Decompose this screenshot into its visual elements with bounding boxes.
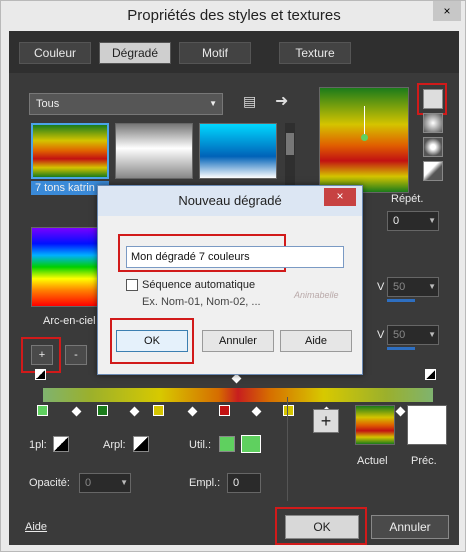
library-icon[interactable]: ▤ bbox=[243, 93, 256, 110]
v-label: V bbox=[377, 329, 385, 341]
location-label: Empl.: bbox=[189, 477, 221, 489]
spin-arrow-icon: ▼ bbox=[120, 478, 128, 487]
divider bbox=[287, 397, 288, 501]
gradient-tile-blue[interactable] bbox=[199, 123, 277, 179]
remove-gradient-button[interactable]: - bbox=[65, 345, 87, 365]
sunburst-style-icon[interactable] bbox=[423, 137, 443, 157]
dialog-cancel-button[interactable]: Annuler bbox=[202, 330, 274, 352]
auto-sequence-checkbox[interactable] bbox=[126, 279, 138, 291]
gradient-tile-7-tons[interactable] bbox=[31, 123, 109, 179]
category-selected: Tous bbox=[36, 98, 60, 110]
opacity-value: 0 bbox=[85, 477, 92, 489]
dialog-title: Nouveau dégradé bbox=[98, 186, 362, 216]
value1: 50 bbox=[393, 281, 406, 293]
previous-gradient-swatch[interactable] bbox=[407, 405, 447, 445]
stop-marker-right[interactable] bbox=[425, 369, 436, 380]
window-title: Propriétés des styles et textures bbox=[127, 7, 341, 24]
spin-arrow-icon: ▼ bbox=[428, 330, 436, 339]
color-midpoint[interactable] bbox=[395, 406, 406, 417]
tab-motif[interactable]: Motif bbox=[179, 42, 251, 64]
help-link[interactable]: Aide bbox=[25, 521, 47, 533]
color-stop[interactable] bbox=[153, 405, 164, 416]
previous-label: Préc. bbox=[411, 455, 437, 467]
left-stop-label: 1pl: bbox=[29, 439, 47, 451]
current-label: Actuel bbox=[357, 455, 388, 467]
tab-couleur[interactable]: Couleur bbox=[19, 42, 91, 64]
current-gradient-swatch[interactable] bbox=[355, 405, 395, 445]
util-label: Util.: bbox=[189, 439, 211, 451]
location-spinner[interactable]: 0 bbox=[227, 473, 261, 493]
color-stop[interactable] bbox=[283, 405, 294, 416]
location-value: 0 bbox=[233, 477, 240, 489]
styles-textures-window: Propriétés des styles et textures × Coul… bbox=[0, 0, 466, 552]
gradient-tile-label: Arc-en-ciel bbox=[43, 315, 96, 327]
value2-slider[interactable] bbox=[387, 347, 415, 350]
highlight-ok-button bbox=[275, 507, 367, 545]
repeat-value: 0 bbox=[393, 215, 400, 227]
right-stop-swatch-icon[interactable] bbox=[133, 436, 149, 452]
spin-arrow-icon: ▼ bbox=[428, 282, 436, 291]
color-stop[interactable] bbox=[37, 405, 48, 416]
util-color-swatch-icon[interactable] bbox=[219, 436, 235, 452]
repeat-spinner[interactable]: 0 ▼ bbox=[387, 211, 439, 231]
gradient-editor-bar[interactable] bbox=[43, 388, 433, 402]
tab-bar: Couleur Dégradé Motif Texture bbox=[9, 31, 459, 73]
stop-marker-left[interactable] bbox=[35, 369, 46, 380]
highlight-dialog-ok bbox=[110, 318, 194, 364]
window-close-button[interactable]: × bbox=[433, 1, 461, 21]
color-midpoint[interactable] bbox=[251, 406, 262, 417]
new-gradient-dialog: Nouveau dégradé × Mon dégradé 7 couleurs… bbox=[97, 185, 363, 375]
category-dropdown[interactable]: Tous ▼ bbox=[29, 93, 223, 115]
auto-sequence-label: Séquence automatique bbox=[142, 279, 256, 291]
color-midpoint[interactable] bbox=[129, 406, 140, 417]
opacity-midpoint[interactable] bbox=[231, 373, 242, 384]
repeat-label: Répét. bbox=[391, 193, 424, 205]
left-stop-swatch-icon[interactable] bbox=[53, 436, 69, 452]
highlight-style-icon bbox=[417, 83, 447, 115]
color-midpoint[interactable] bbox=[187, 406, 198, 417]
opacity-label: Opacité: bbox=[29, 477, 70, 489]
value1-slider[interactable] bbox=[387, 299, 415, 302]
color-midpoint[interactable] bbox=[71, 406, 82, 417]
sequence-example: Ex. Nom-01, Nom-02, ... bbox=[142, 296, 261, 308]
right-stop-label: Arpl: bbox=[103, 439, 126, 451]
value2: 50 bbox=[393, 329, 406, 341]
rectangular-style-icon[interactable] bbox=[423, 113, 443, 133]
color-stop[interactable] bbox=[219, 405, 230, 416]
value1-spinner[interactable]: 50 ▼ bbox=[387, 277, 439, 297]
value2-spinner[interactable]: 50 ▼ bbox=[387, 325, 439, 345]
gradient-tile-silver[interactable] bbox=[115, 123, 193, 179]
v-label: V bbox=[377, 281, 385, 293]
cancel-button[interactable]: Annuler bbox=[371, 515, 449, 539]
angle-line bbox=[364, 106, 365, 136]
dialog-close-button[interactable]: × bbox=[324, 188, 356, 206]
color-stop[interactable] bbox=[97, 405, 108, 416]
chevron-down-icon: ▼ bbox=[209, 99, 217, 108]
opacity-spinner[interactable]: 0 ▼ bbox=[79, 473, 131, 493]
highlight-add-button bbox=[21, 337, 61, 373]
add-to-swatches-button[interactable]: + bbox=[313, 409, 339, 433]
util-color-large-swatch-icon[interactable] bbox=[241, 435, 261, 453]
tab-degrade[interactable]: Dégradé bbox=[99, 42, 171, 64]
tab-texture[interactable]: Texture bbox=[279, 42, 351, 64]
scroll-thumb[interactable] bbox=[286, 133, 294, 155]
gradient-preview-large[interactable] bbox=[319, 87, 409, 193]
spin-arrow-icon: ▼ bbox=[428, 216, 436, 225]
gradient-name-input[interactable]: Mon dégradé 7 couleurs bbox=[126, 246, 344, 268]
arrow-right-icon[interactable]: ➜ bbox=[275, 91, 288, 111]
angle-handle[interactable] bbox=[361, 134, 368, 141]
radial-style-icon[interactable] bbox=[423, 161, 443, 181]
watermark: Animabelle bbox=[294, 290, 339, 300]
dialog-help-button[interactable]: Aide bbox=[280, 330, 352, 352]
